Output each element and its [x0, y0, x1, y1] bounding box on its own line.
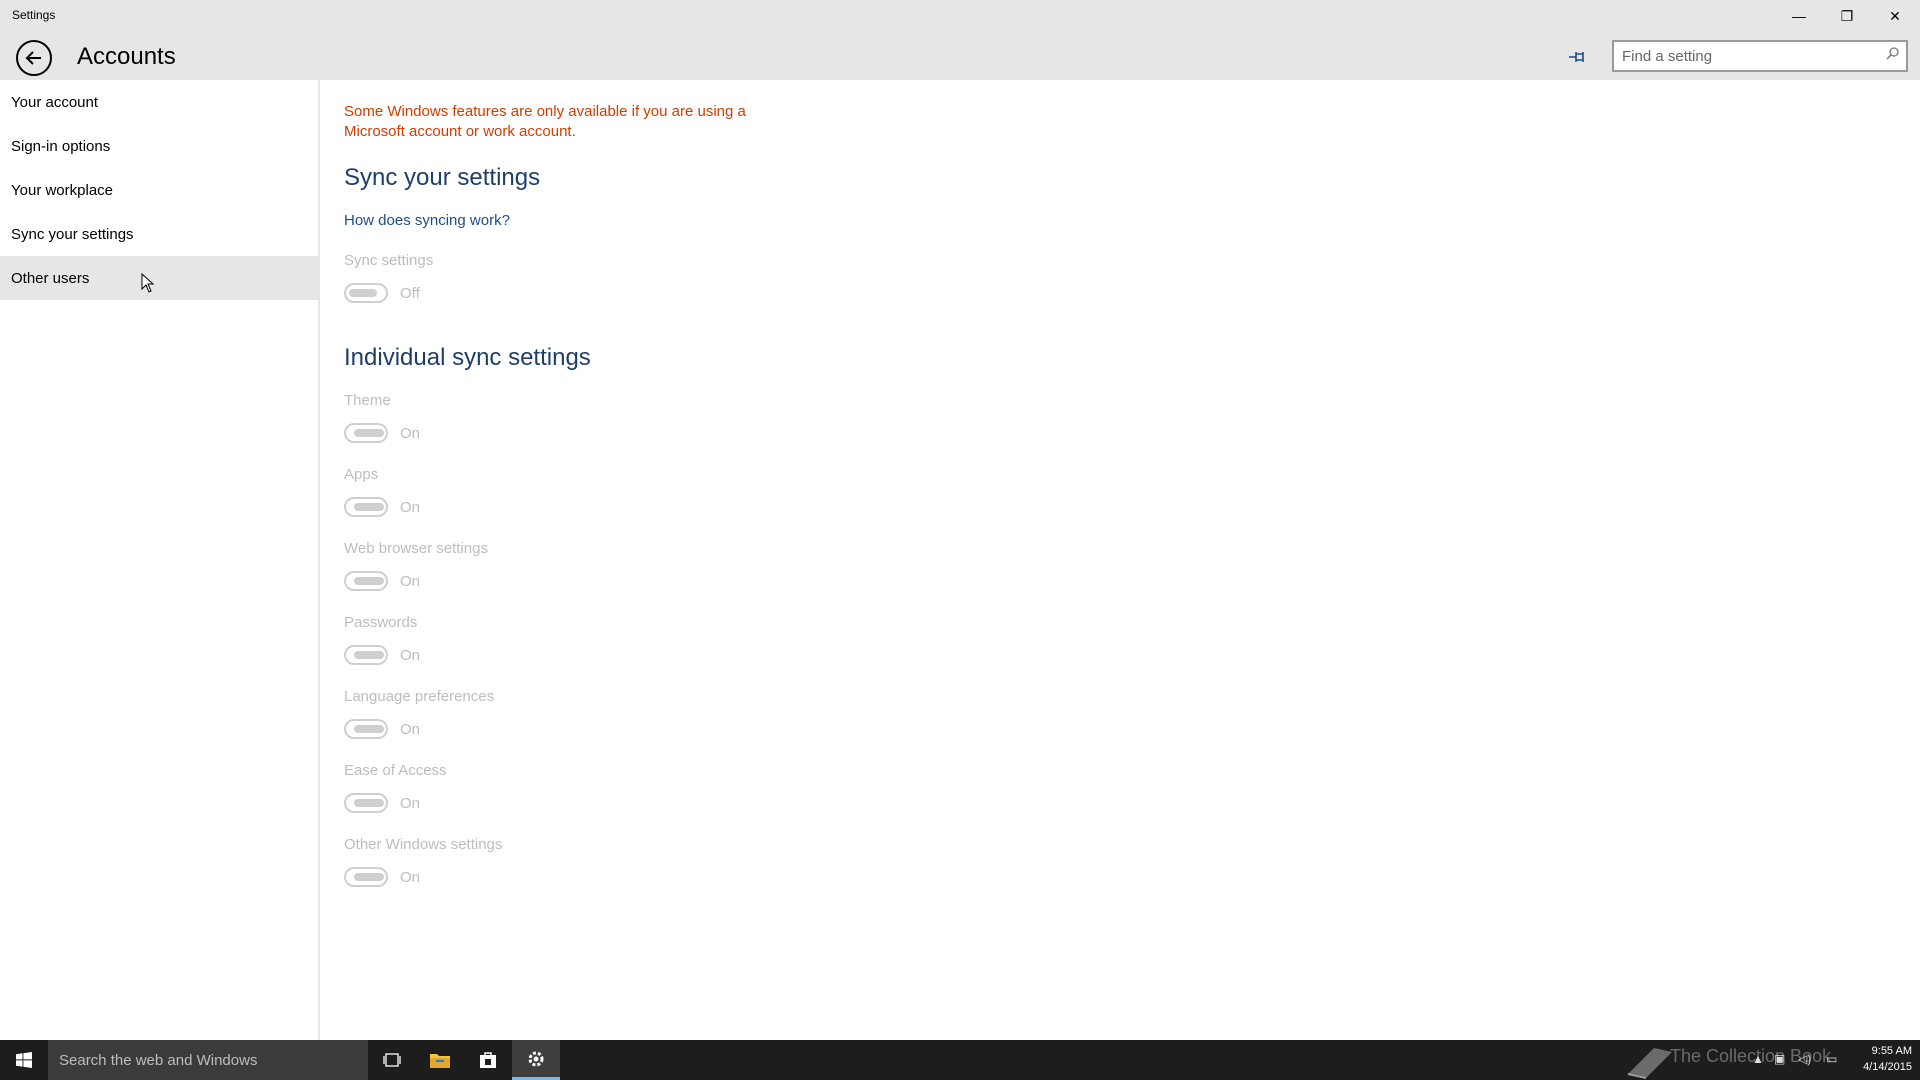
sync-settings-toggle[interactable]: [344, 283, 388, 303]
account-warning-text: Some Windows features are only available…: [344, 103, 746, 140]
file-explorer-icon[interactable]: [416, 1040, 464, 1080]
passwords-toggle[interactable]: [344, 645, 388, 665]
show-hidden-icons-icon[interactable]: ▲: [1752, 1052, 1764, 1066]
clock-time: 9:55 AM: [1871, 1045, 1912, 1057]
volume-icon[interactable]: ◁): [1798, 1052, 1811, 1066]
language-preferences-state: On: [400, 721, 421, 738]
apps-state: On: [400, 499, 421, 516]
sync-settings-label: Sync settings: [344, 252, 434, 269]
other-windows-settings-state: On: [400, 869, 421, 886]
taskbar: The Collection Book ▲ ▣ ◁) ▭ 9:55 AM 4/1…: [0, 1040, 1920, 1080]
windows-logo-icon: [16, 1052, 32, 1068]
ease-of-access-label: Ease of Access: [344, 762, 447, 779]
language-preferences-toggle[interactable]: [344, 719, 388, 739]
page-header: Accounts: [0, 32, 1920, 80]
maximize-button[interactable]: ❐: [1824, 0, 1870, 32]
sidebar-item-your-workplace[interactable]: Your workplace: [0, 168, 318, 212]
task-view-icon[interactable]: [368, 1040, 416, 1080]
sidebar-item-sync-your-settings[interactable]: Sync your settings: [0, 212, 318, 256]
sidebar-item-your-account[interactable]: Your account: [0, 80, 318, 124]
taskbar-search-box: [48, 1040, 368, 1080]
network-icon[interactable]: ▣: [1774, 1052, 1785, 1066]
store-icon[interactable]: [464, 1040, 512, 1080]
mouse-cursor-icon: [141, 273, 155, 293]
apps-label: Apps: [344, 466, 379, 483]
apps-toggle[interactable]: [344, 497, 388, 517]
window-title: Settings: [12, 8, 56, 22]
taskbar-search-input[interactable]: [48, 1040, 348, 1080]
other-windows-settings-label: Other Windows settings: [344, 836, 503, 853]
ease-of-access-toggle[interactable]: [344, 793, 388, 813]
back-arrow-icon: [25, 51, 41, 65]
settings-gear-icon[interactable]: [512, 1040, 560, 1080]
other-windows-settings-toggle[interactable]: [344, 867, 388, 887]
theme-label: Theme: [344, 392, 391, 409]
sidebar-item-other-users[interactable]: Other users: [0, 256, 318, 300]
individual-sync-heading: Individual sync settings: [344, 344, 591, 371]
start-button[interactable]: [0, 1040, 48, 1080]
language-preferences-label: Language preferences: [344, 688, 495, 705]
page-title: Accounts: [77, 43, 176, 70]
book-watermark-icon: [1627, 1048, 1672, 1079]
find-setting-input[interactable]: [1614, 42, 1864, 70]
action-center-icon[interactable]: ▭: [1826, 1052, 1837, 1066]
sync-settings-state: Off: [400, 285, 420, 302]
title-bar: Settings — ❐ ✕: [0, 0, 1920, 32]
sidebar-item-sign-in-options[interactable]: Sign-in options: [0, 124, 318, 168]
pin-glyph-icon: [1569, 52, 1584, 62]
web-browser-settings-toggle[interactable]: [344, 571, 388, 591]
passwords-label: Passwords: [344, 614, 418, 631]
sidebar: Your account Sign-in options Your workpl…: [0, 80, 320, 1040]
theme-state: On: [400, 425, 421, 442]
sync-heading: Sync your settings: [344, 164, 541, 191]
passwords-state: On: [400, 647, 421, 664]
find-setting-box: [1612, 40, 1908, 72]
close-button[interactable]: ✕: [1872, 0, 1918, 32]
taskbar-clock[interactable]: 9:55 AM 4/14/2015: [1856, 1043, 1912, 1075]
how-syncing-works-link[interactable]: How does syncing work?: [344, 212, 510, 229]
minimize-button[interactable]: —: [1776, 0, 1822, 32]
pin-icon[interactable]: [1566, 45, 1590, 69]
back-button[interactable]: [16, 40, 52, 76]
theme-toggle[interactable]: [344, 423, 388, 443]
web-browser-settings-label: Web browser settings: [344, 540, 488, 557]
ease-of-access-state: On: [400, 795, 421, 812]
search-icon[interactable]: [1886, 46, 1900, 63]
clock-date: 4/14/2015: [1863, 1061, 1912, 1073]
web-browser-settings-state: On: [400, 573, 421, 590]
